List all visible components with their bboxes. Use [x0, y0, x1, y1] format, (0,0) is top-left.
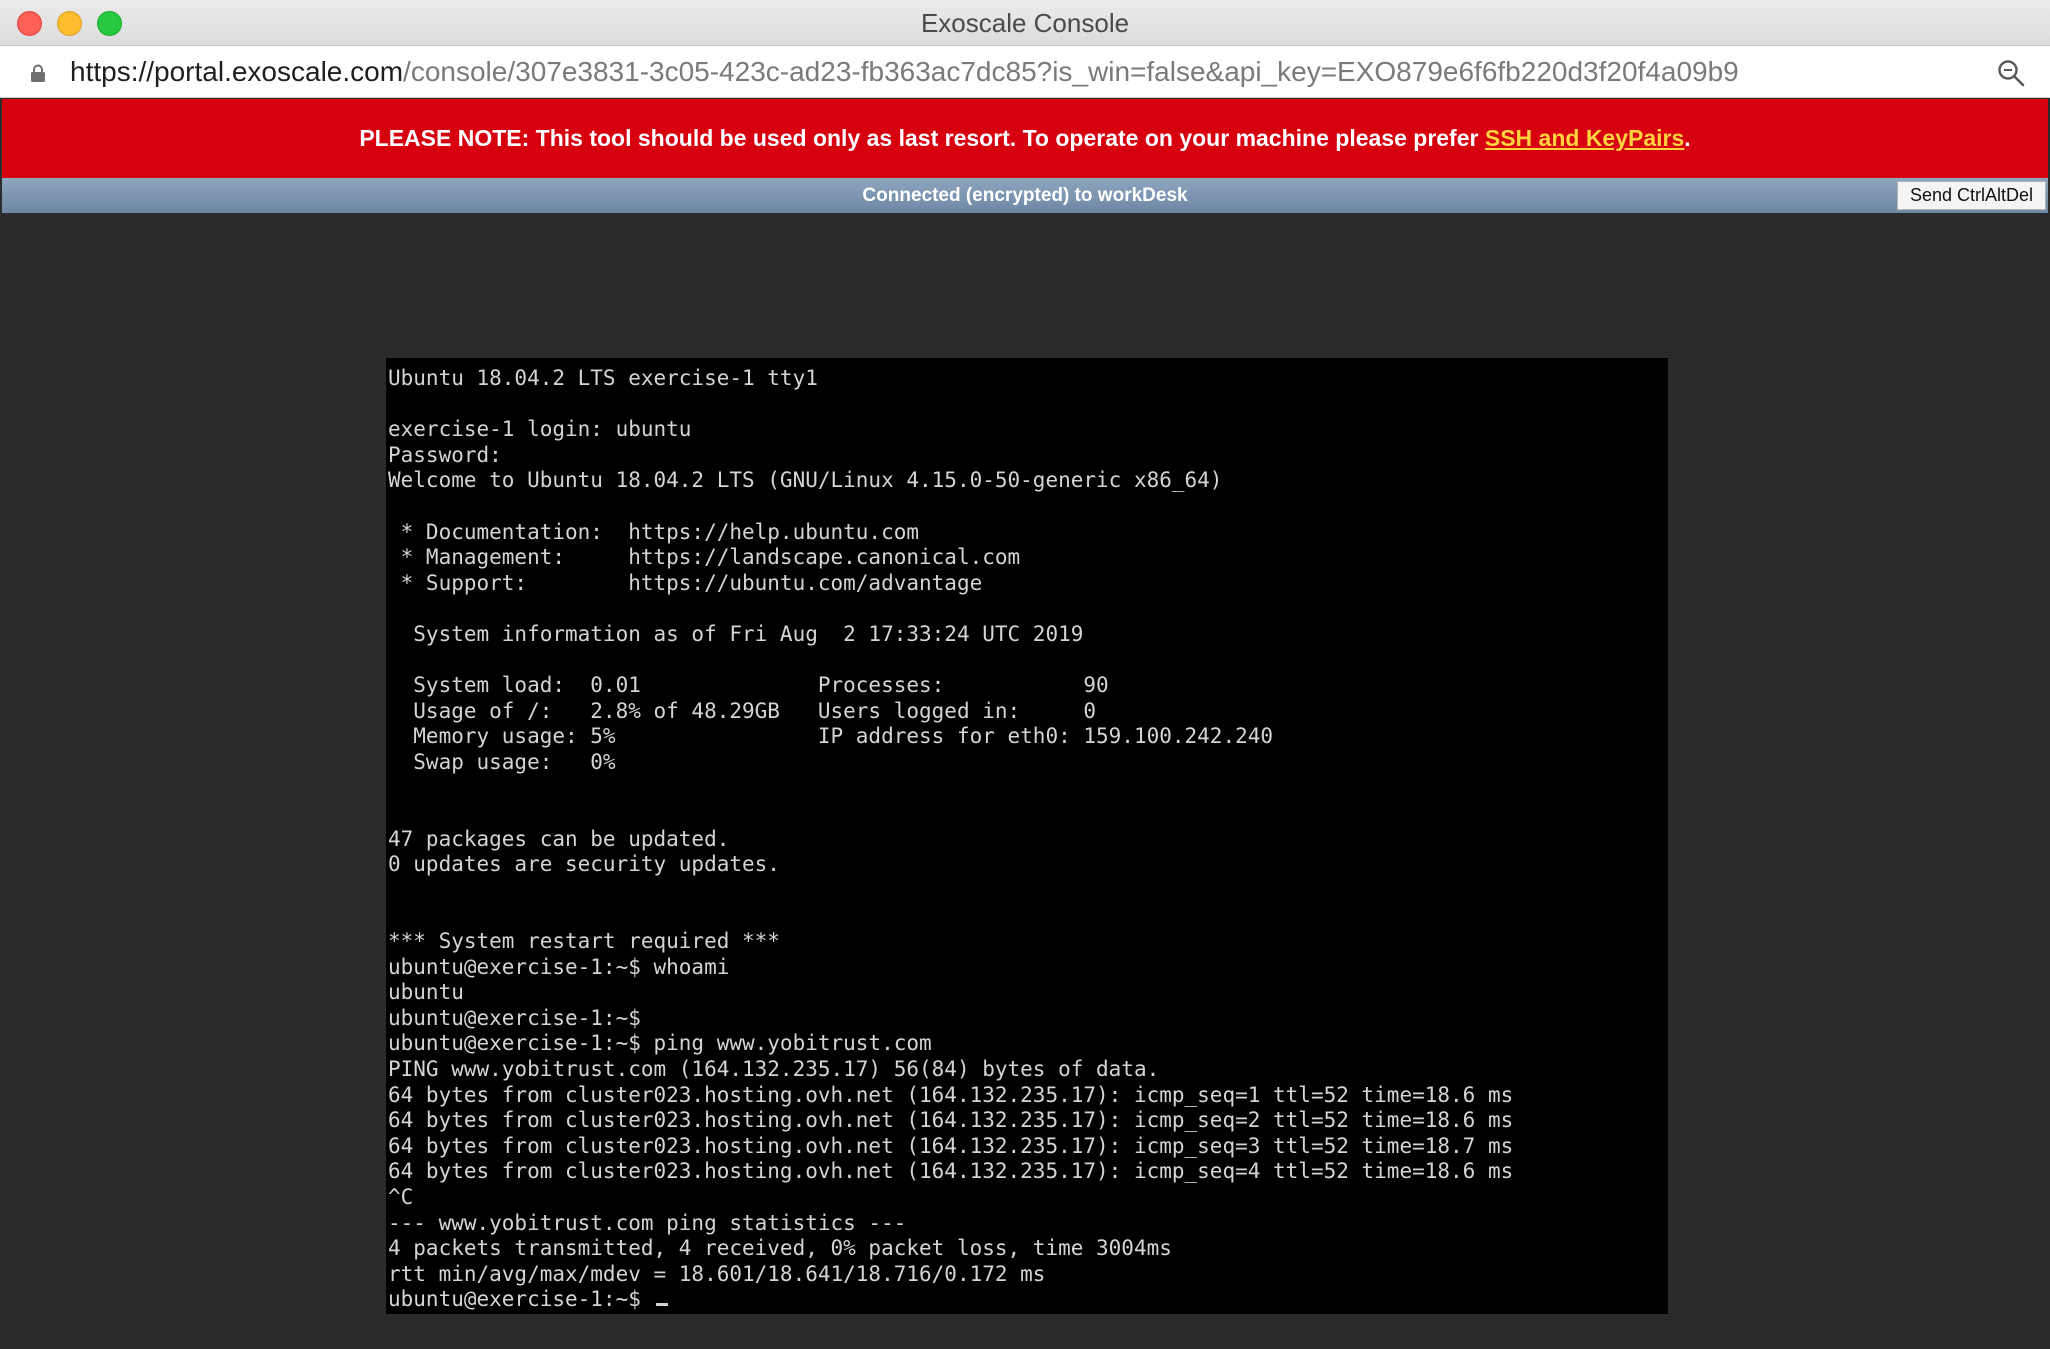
terminal-line: System information as of Fri Aug 2 17:33…	[388, 621, 1084, 646]
terminal-line: exercise-1 login: ubuntu	[388, 417, 692, 442]
connection-status-text: Connected (encrypted) to workDesk	[862, 185, 1188, 206]
terminal-line: 4 packets transmitted, 4 received, 0% pa…	[388, 1236, 1172, 1261]
terminal-cursor	[655, 1303, 668, 1307]
terminal-line: --- www.yobitrust.com ping statistics --…	[388, 1210, 907, 1235]
vnc-screen-area[interactable]: Ubuntu 18.04.2 LTS exercise-1 tty1 exerci…	[2, 213, 2048, 1349]
window-title: Exoscale Console	[920, 8, 1130, 38]
terminal-line: ubuntu	[388, 980, 464, 1005]
terminal-line: rtt min/avg/max/mdev = 18.601/18.641/18.…	[388, 1261, 1046, 1286]
browser-window: Exoscale Console https://portal.exoscale…	[0, 0, 2050, 1349]
terminal-line: Ubuntu 18.04.2 LTS exercise-1 tty1	[388, 366, 818, 390]
magnifier-icon[interactable]	[1996, 58, 2026, 88]
terminal-line: PING www.yobitrust.com (164.132.235.17) …	[388, 1057, 1160, 1082]
terminal-line: 64 bytes from cluster023.hosting.ovh.net…	[388, 1133, 1514, 1158]
warning-banner: PLEASE NOTE: This tool should be used on…	[2, 99, 2048, 178]
address-bar[interactable]: https://portal.exoscale.com/console/307e…	[0, 46, 2050, 98]
terminal-line: Swap usage: 0%	[388, 749, 616, 774]
url-text[interactable]: https://portal.exoscale.com/console/307e…	[70, 46, 1739, 98]
terminal-line: Memory usage: 5% IP address for eth0: 15…	[388, 724, 1274, 749]
lock-icon	[31, 64, 45, 82]
terminal-line: 64 bytes from cluster023.hosting.ovh.net…	[388, 1108, 1514, 1133]
terminal-line: * Management: https://landscape.canonica…	[388, 545, 1021, 570]
terminal-line: ubuntu@exercise-1:~$	[388, 1005, 641, 1030]
terminal-line: 64 bytes from cluster023.hosting.ovh.net…	[388, 1082, 1514, 1107]
notice-prefix: PLEASE NOTE:	[359, 125, 530, 151]
terminal-line: 0 updates are security updates.	[388, 852, 780, 877]
terminal-line: System load: 0.01 Processes: 90	[388, 673, 1109, 698]
terminal-line: ubuntu@exercise-1:~$ whoami	[388, 954, 730, 979]
terminal-screen[interactable]: Ubuntu 18.04.2 LTS exercise-1 tty1 exerci…	[386, 358, 1668, 1314]
url-host: https://portal.exoscale.com	[70, 56, 404, 87]
send-ctrl-alt-del-button[interactable]: Send CtrlAltDel	[1896, 181, 2046, 210]
terminal-prompt-line[interactable]: ubuntu@exercise-1:~$	[388, 1287, 1668, 1313]
ssh-keypairs-link[interactable]: SSH and KeyPairs	[1485, 125, 1684, 151]
notice-suffix: .	[1684, 125, 1691, 151]
terminal-line: 64 bytes from cluster023.hosting.ovh.net…	[388, 1159, 1514, 1184]
terminal-line: Usage of /: 2.8% of 48.29GB Users logged…	[388, 698, 1097, 723]
terminal-prompt: ubuntu@exercise-1:~$	[388, 1287, 654, 1312]
notice-message: This tool should be used only as last re…	[529, 125, 1485, 151]
connection-status-bar: Connected (encrypted) to workDesk Send C…	[2, 178, 2048, 213]
terminal-line: Password:	[388, 442, 502, 467]
terminal-line: ubuntu@exercise-1:~$ ping www.yobitrust.…	[388, 1031, 932, 1056]
terminal-line: ^C	[388, 1185, 414, 1209]
terminal-line: * Support: https://ubuntu.com/advantage	[388, 570, 983, 595]
terminal-line: *** System restart required ***	[388, 929, 780, 954]
terminal-line: Welcome to Ubuntu 18.04.2 LTS (GNU/Linux…	[388, 468, 1223, 493]
title-bar[interactable]: Exoscale Console	[0, 0, 2050, 46]
url-path: /console/307e3831-3c05-423c-ad23-fb363ac…	[403, 56, 1739, 87]
terminal-line: 47 packages can be updated.	[388, 826, 730, 851]
terminal-line: * Documentation: https://help.ubuntu.com	[388, 519, 920, 544]
